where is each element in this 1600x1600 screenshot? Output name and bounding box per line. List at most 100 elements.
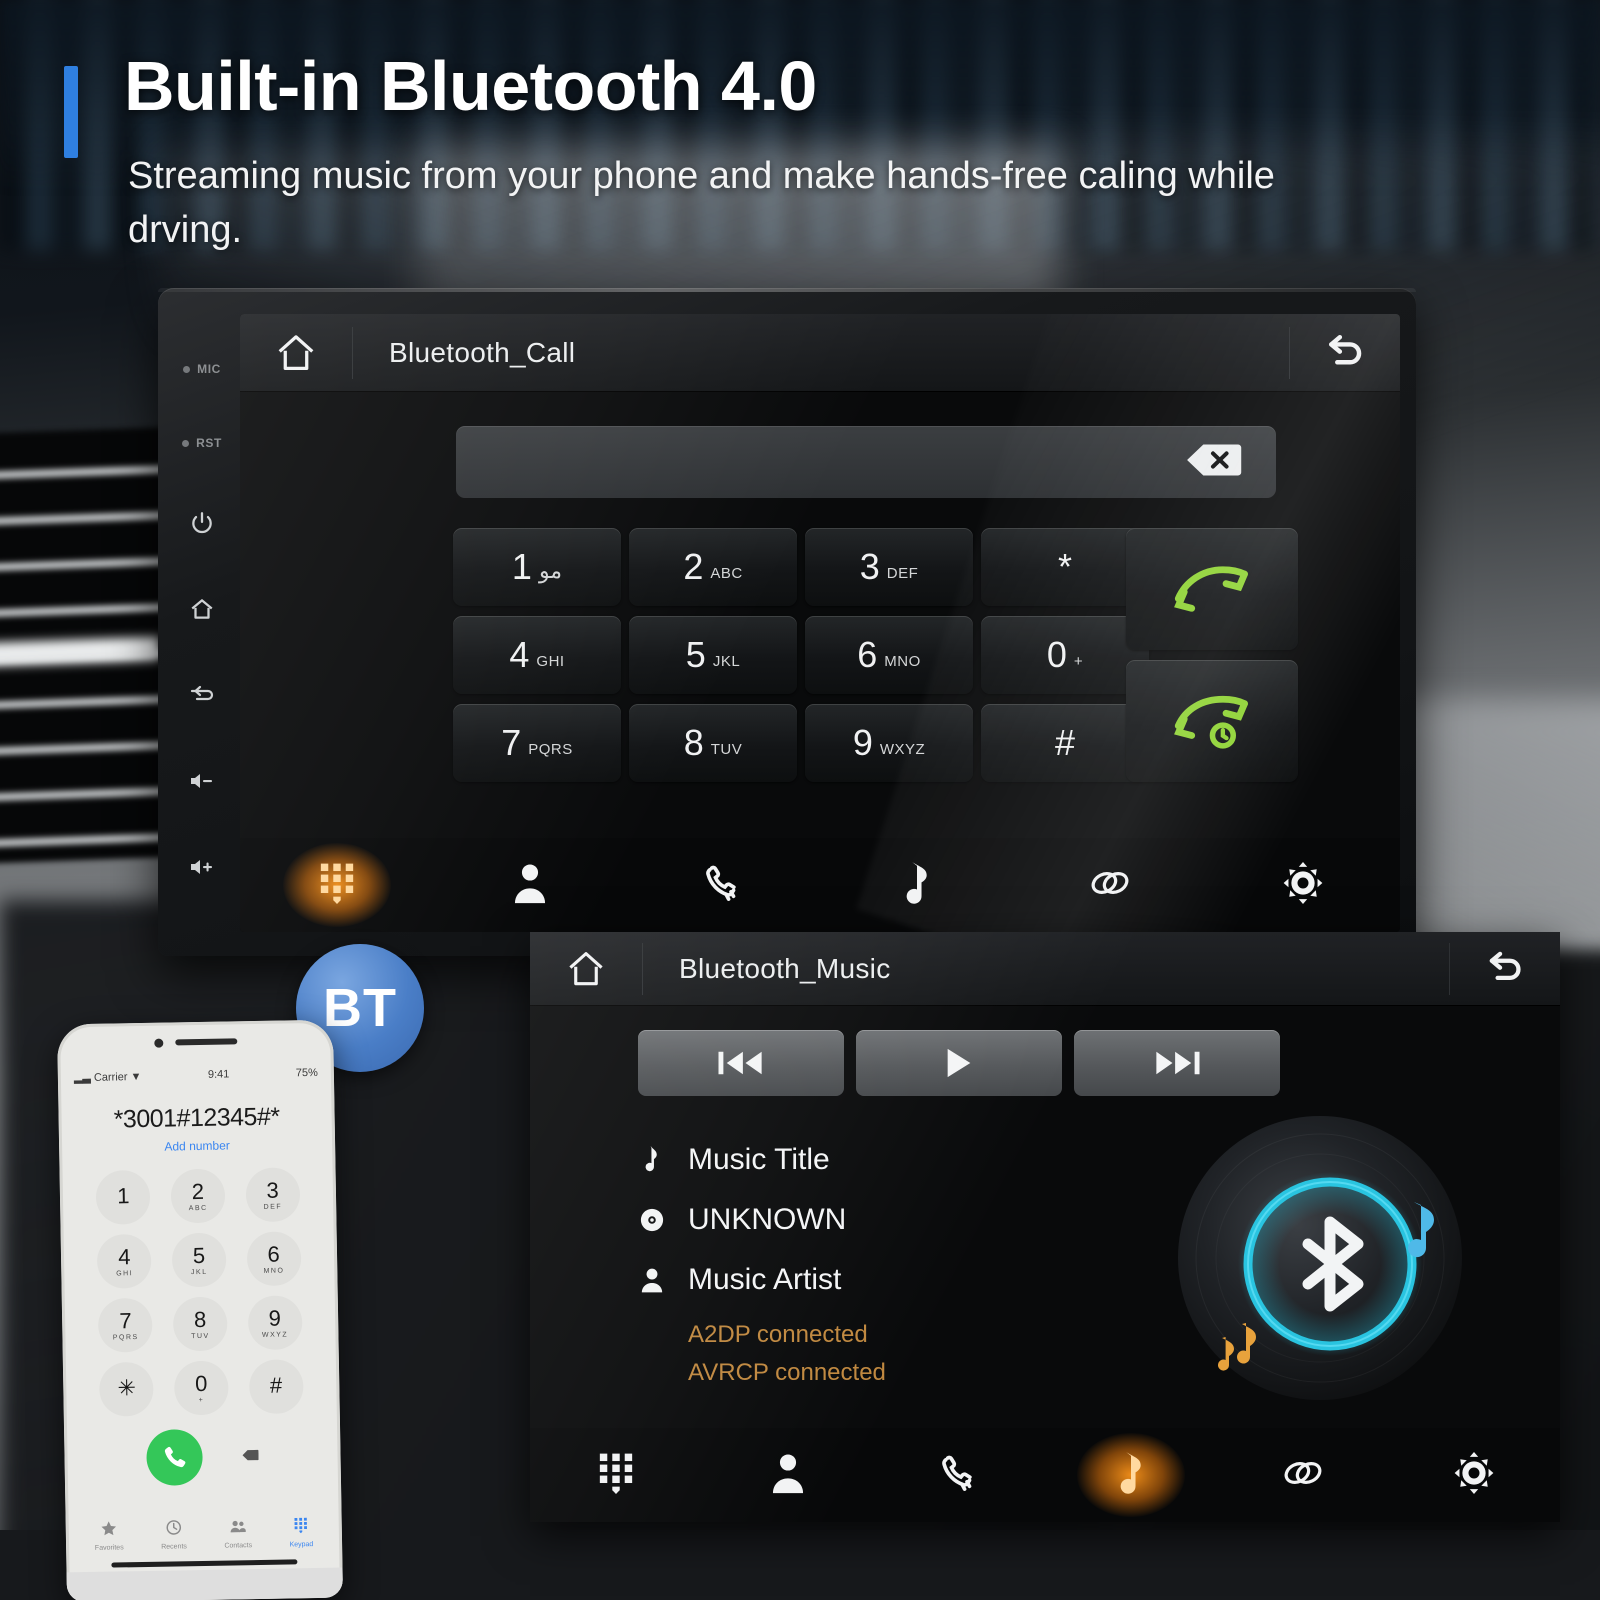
keypad-key-digit: 4 (509, 634, 530, 675)
previous-track-button[interactable] (638, 1030, 844, 1096)
artist-row: Music Artist (638, 1250, 1198, 1310)
phone-key-9[interactable]: 9 WXYZ (247, 1295, 303, 1351)
home-button[interactable] (240, 330, 352, 376)
nav-item-keypad[interactable] (240, 838, 433, 932)
keypad-key-3[interactable]: 3 DEF (805, 528, 973, 606)
phone-key-6[interactable]: 6 MNO (246, 1231, 302, 1287)
nav-item-music[interactable] (1045, 1428, 1217, 1522)
back-icon[interactable] (188, 652, 216, 738)
phone-key-digit: 8 (193, 1306, 207, 1332)
nav-item-pair[interactable] (1217, 1428, 1389, 1522)
keypad-key-4[interactable]: 4 GHI (453, 616, 621, 694)
keypad-key-digit: 5 (685, 634, 706, 675)
phone-key-digit: 3 (266, 1177, 279, 1203)
phone-tab-favorites[interactable]: Favorites (94, 1520, 124, 1552)
phone-tab-label: Contacts (224, 1542, 253, 1550)
keypad-key-8[interactable]: 8 TUV (629, 704, 797, 782)
keypad-key-6[interactable]: 6 MNO (805, 616, 973, 694)
next-track-button[interactable] (1074, 1030, 1280, 1096)
volume-up-icon[interactable] (188, 824, 216, 910)
nav-item-settings[interactable] (1207, 838, 1400, 932)
phone-tab-keypad[interactable]: Keypad (289, 1517, 313, 1548)
music-back-button[interactable] (1450, 949, 1560, 989)
nav-item-settings[interactable] (1388, 1428, 1560, 1522)
clock-icon (166, 1519, 182, 1540)
keypad-key-1[interactable]: 1 مو (453, 528, 621, 606)
power-icon[interactable] (189, 480, 215, 566)
phone-key-hash[interactable]: # (248, 1359, 304, 1415)
play-button[interactable] (856, 1030, 1062, 1096)
nav-item-keypad[interactable] (530, 1428, 702, 1522)
nav-item-call-log[interactable] (873, 1428, 1045, 1522)
backspace-icon[interactable] (1184, 442, 1242, 483)
call-history-button[interactable] (1126, 660, 1298, 782)
keypad-icon (595, 1452, 637, 1499)
phone-key-digit: 1 (116, 1183, 130, 1209)
reset-dot-icon (182, 439, 190, 447)
music-screen-header: Bluetooth_Music (530, 932, 1560, 1006)
nav-item-contacts[interactable] (702, 1428, 874, 1522)
keypad-key-star[interactable]: * (981, 528, 1149, 606)
contact-icon (509, 862, 551, 909)
nav-item-contacts[interactable] (433, 838, 626, 932)
call-screen-body: 1 مو 2 ABC 3 DEF * 4 GHI 5 JKL 6 MNO 0 + 7 PQRS 8 TUV 9 WXYZ… (240, 392, 1400, 838)
phone-tab-contacts[interactable]: Contacts (224, 1518, 253, 1550)
keypad-key-2[interactable]: 2 ABC (629, 528, 797, 606)
front-camera-icon (153, 1038, 163, 1048)
phone-call-button[interactable] (146, 1428, 204, 1486)
call-screen-title: Bluetooth_Call (389, 336, 576, 368)
keypad-key-digit: * (1057, 546, 1072, 587)
home-icon[interactable] (189, 566, 215, 652)
call-screen-header: Bluetooth_Call (240, 314, 1400, 392)
track-title: Music Title (688, 1143, 830, 1176)
page-title: Built-in Bluetooth 4.0 (124, 47, 817, 125)
phone-key-letters: DEF (263, 1203, 283, 1211)
earpiece-speaker (174, 1038, 237, 1046)
phone-backspace-button[interactable] (242, 1448, 259, 1464)
nav-item-pair[interactable] (1013, 838, 1206, 932)
music-screen-body: Music Title UNKNOWN Music Artist A2DP co… (530, 1006, 1560, 1426)
phone-key-0[interactable]: 0 + (173, 1360, 229, 1416)
phone-call-row (64, 1427, 341, 1488)
music-home-button[interactable] (530, 947, 642, 991)
phone-tab-recents[interactable]: Recents (161, 1519, 187, 1551)
phone-key-8[interactable]: 8 TUV (172, 1296, 228, 1352)
keypad-key-5[interactable]: 5 JKL (629, 616, 797, 694)
reset-indicator[interactable]: RST (182, 406, 222, 480)
phone-key-7[interactable]: 7 PQRS (98, 1297, 154, 1353)
keypad-key-9[interactable]: 9 WXYZ (805, 704, 973, 782)
phone-key-digit: 0 (194, 1370, 208, 1396)
phone-key-2[interactable]: 2 ABC (170, 1168, 226, 1224)
keypad-key-letters: DEF (886, 564, 919, 582)
bluetooth-vinyl-graphic (1170, 1106, 1470, 1406)
keypad-key-7[interactable]: 7 PQRS (453, 704, 621, 782)
phone-key-1[interactable]: 1 (95, 1169, 151, 1225)
keypad-key-0[interactable]: 0 + (981, 616, 1149, 694)
volume-down-icon[interactable] (188, 738, 216, 824)
phone-key-star[interactable]: ✳ (99, 1361, 155, 1417)
phone-key-letters: TUV (191, 1332, 210, 1340)
phone-key-5[interactable]: 5 JKL (171, 1232, 227, 1288)
phone-key-4[interactable]: 4 GHI (96, 1233, 152, 1289)
artist-name: Music Artist (688, 1263, 842, 1296)
phone-key-3[interactable]: 3 DEF (245, 1167, 301, 1223)
call-action-column (1126, 528, 1298, 792)
keypad-key-hash[interactable]: # (981, 704, 1149, 782)
screenshot-root: Built-in Bluetooth 4.0 Streaming music f… (0, 0, 1600, 1600)
keypad-key-digit: 3 (859, 546, 880, 587)
contact-icon (767, 1452, 809, 1499)
dial-number-input[interactable] (456, 426, 1276, 498)
phone-key-digit: 4 (118, 1243, 131, 1269)
nav-item-call-log[interactable] (627, 838, 820, 932)
dial-call-button[interactable] (1126, 528, 1298, 650)
keypad-key-letters: مو (538, 558, 563, 583)
phone-bottom-chin (66, 1567, 344, 1600)
nav-item-music[interactable] (820, 838, 1013, 932)
bezel-highlight (158, 288, 1416, 292)
back-button[interactable] (1290, 332, 1400, 374)
phone-tab-label: Keypad (289, 1541, 314, 1549)
call-screen-bottom-nav (240, 838, 1400, 932)
music-note-icon (1110, 1451, 1152, 1499)
heading-accent-bar (64, 66, 78, 158)
keypad-key-letters: ABC (710, 564, 743, 582)
